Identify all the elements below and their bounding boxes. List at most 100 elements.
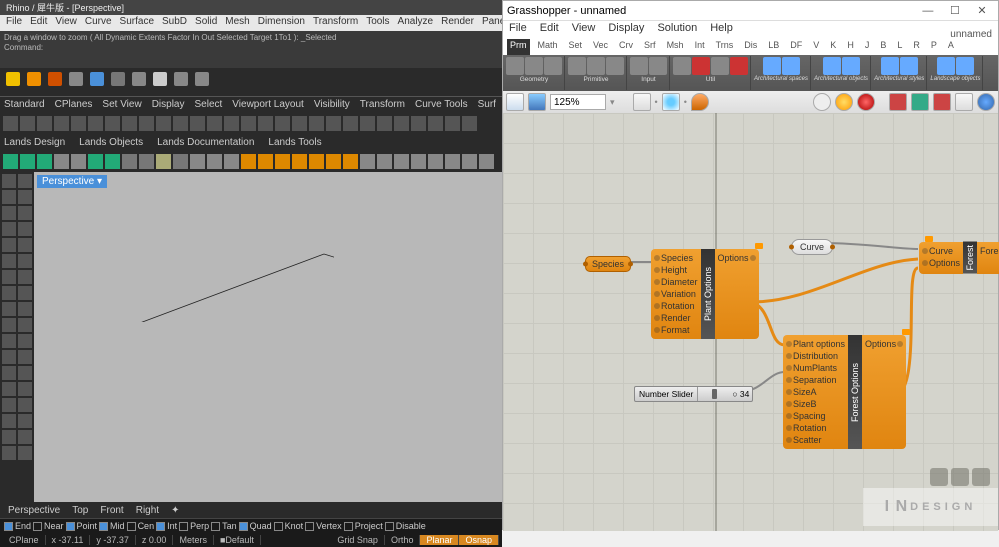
gh-ribbon[interactable]: Geometry Primitive Input Util Architectu…: [503, 55, 998, 91]
tabset-lands[interactable]: Lands Design Lands Objects Lands Documen…: [0, 134, 502, 150]
tool-icon[interactable]: [2, 206, 16, 220]
gh-menu-view[interactable]: View: [572, 22, 596, 38]
tb-icon[interactable]: [37, 116, 52, 131]
canvas-ui-buttons[interactable]: [930, 468, 990, 486]
tb-icon[interactable]: [428, 154, 443, 169]
output-options[interactable]: Options: [864, 338, 904, 350]
gh-ribbon-tabs[interactable]: Prm Math Set Vec Crv Srf Msh Int Trns Di…: [503, 39, 998, 55]
tab-setview[interactable]: Set View: [102, 99, 141, 110]
menu-surface[interactable]: Surface: [120, 16, 154, 30]
input-sizeb[interactable]: SizeB: [785, 398, 846, 410]
tab-surf[interactable]: Surf: [478, 99, 496, 110]
zoom-field[interactable]: [550, 94, 606, 110]
tb-icon[interactable]: [69, 72, 83, 86]
tb-icon[interactable]: [3, 154, 18, 169]
tb-icon[interactable]: [275, 154, 290, 169]
tb-icon[interactable]: [258, 154, 273, 169]
node-plant-options[interactable]: Species Height Diameter Variation Rotati…: [651, 249, 769, 339]
maximize-icon[interactable]: ☐: [943, 4, 967, 17]
tb-icon[interactable]: [207, 154, 222, 169]
tb-icon[interactable]: [955, 93, 973, 111]
gh-title-bar[interactable]: Grasshopper - unnamed — ☐ ✕: [503, 1, 998, 21]
tool-icon[interactable]: [18, 334, 32, 348]
input-separation[interactable]: Separation: [785, 374, 846, 386]
tb-icon[interactable]: [292, 116, 307, 131]
ribbon-tab[interactable]: V: [810, 39, 822, 55]
status-ortho[interactable]: Ortho: [385, 535, 421, 545]
left-tool-column[interactable]: [0, 172, 34, 502]
viewport-tabs[interactable]: Perspective Top Front Right ✦: [0, 502, 502, 518]
status-layer[interactable]: ■Default: [214, 535, 261, 545]
open-icon[interactable]: [506, 93, 524, 111]
tool-icon[interactable]: [2, 238, 16, 252]
tb-icon[interactable]: [173, 154, 188, 169]
tb-icon[interactable]: [173, 116, 188, 131]
tb-icon[interactable]: [88, 116, 103, 131]
ribbon-tab[interactable]: Dis: [741, 39, 760, 55]
tool-icon[interactable]: [2, 254, 16, 268]
input-species[interactable]: Species: [653, 252, 699, 264]
tool-icon[interactable]: [2, 302, 16, 316]
tb-icon[interactable]: [174, 72, 188, 86]
tool-icon[interactable]: [2, 270, 16, 284]
tool-icon[interactable]: [2, 382, 16, 396]
tab-cplanes[interactable]: CPlanes: [55, 99, 93, 110]
tb-icon[interactable]: [132, 72, 146, 86]
tab-landstools[interactable]: Lands Tools: [268, 137, 321, 148]
output-options[interactable]: Options: [717, 252, 757, 264]
menu-edit[interactable]: Edit: [30, 16, 47, 30]
cmd-prompt[interactable]: Command:: [4, 43, 498, 53]
gh-menu[interactable]: File Edit View Display Solution Help: [503, 21, 998, 39]
tb-icon[interactable]: [105, 116, 120, 131]
ribbon-group-primitive[interactable]: Primitive: [566, 56, 627, 90]
ribbon-icon[interactable]: [937, 57, 955, 75]
menu-solid[interactable]: Solid: [195, 16, 217, 30]
tb-icon[interactable]: [156, 116, 171, 131]
input-format[interactable]: Format: [653, 324, 699, 336]
tool-icon[interactable]: [2, 398, 16, 412]
tb-icon[interactable]: [857, 93, 875, 111]
tb-icon[interactable]: [139, 116, 154, 131]
tb-icon[interactable]: [122, 116, 137, 131]
ribbon-icon[interactable]: [900, 57, 918, 75]
tool-icon[interactable]: [18, 318, 32, 332]
node-forest[interactable]: Curve Options Forest Forest: [919, 242, 999, 274]
tool-icon[interactable]: [18, 174, 32, 188]
tb-icon[interactable]: [411, 116, 426, 131]
vtab-right[interactable]: Right: [136, 505, 159, 516]
tb-icon[interactable]: [88, 154, 103, 169]
tool-icon[interactable]: [18, 302, 32, 316]
tb-icon[interactable]: [309, 154, 324, 169]
tab-standard[interactable]: Standard: [4, 99, 45, 110]
tool-icon[interactable]: [18, 254, 32, 268]
vtab-top[interactable]: Top: [72, 505, 88, 516]
ribbon-tab[interactable]: Math: [535, 39, 561, 55]
tb-icon[interactable]: [326, 154, 341, 169]
tb-icon[interactable]: [111, 72, 125, 86]
tb-icon[interactable]: [445, 116, 460, 131]
ribbon-icon[interactable]: [782, 57, 800, 75]
ribbon-icon[interactable]: [711, 57, 729, 75]
ribbon-icon[interactable]: [587, 57, 605, 75]
tb-icon[interactable]: [48, 72, 62, 86]
tool-icon[interactable]: [18, 350, 32, 364]
tool-icon[interactable]: [2, 334, 16, 348]
param-curve[interactable]: Curve: [791, 239, 833, 255]
tb-icon[interactable]: [224, 154, 239, 169]
tool-icon[interactable]: [2, 414, 16, 428]
status-units[interactable]: Meters: [173, 535, 214, 545]
tool-icon[interactable]: [18, 206, 32, 220]
rhino-menu[interactable]: File Edit View Curve Surface SubD Solid …: [0, 15, 502, 31]
rhino-toolbar-1[interactable]: [0, 68, 502, 90]
tab-display[interactable]: Display: [152, 99, 185, 110]
tb-icon[interactable]: [309, 116, 324, 131]
tb-icon[interactable]: [190, 154, 205, 169]
slider-track[interactable]: ○ 34: [698, 387, 752, 401]
ribbon-tab[interactable]: R: [910, 39, 923, 55]
tb-icon[interactable]: [462, 154, 477, 169]
tb-icon[interactable]: [6, 72, 20, 86]
tab-curvetools[interactable]: Curve Tools: [415, 99, 468, 110]
menu-render[interactable]: Render: [441, 16, 474, 30]
tb-icon[interactable]: [37, 154, 52, 169]
menu-transform[interactable]: Transform: [313, 16, 358, 30]
